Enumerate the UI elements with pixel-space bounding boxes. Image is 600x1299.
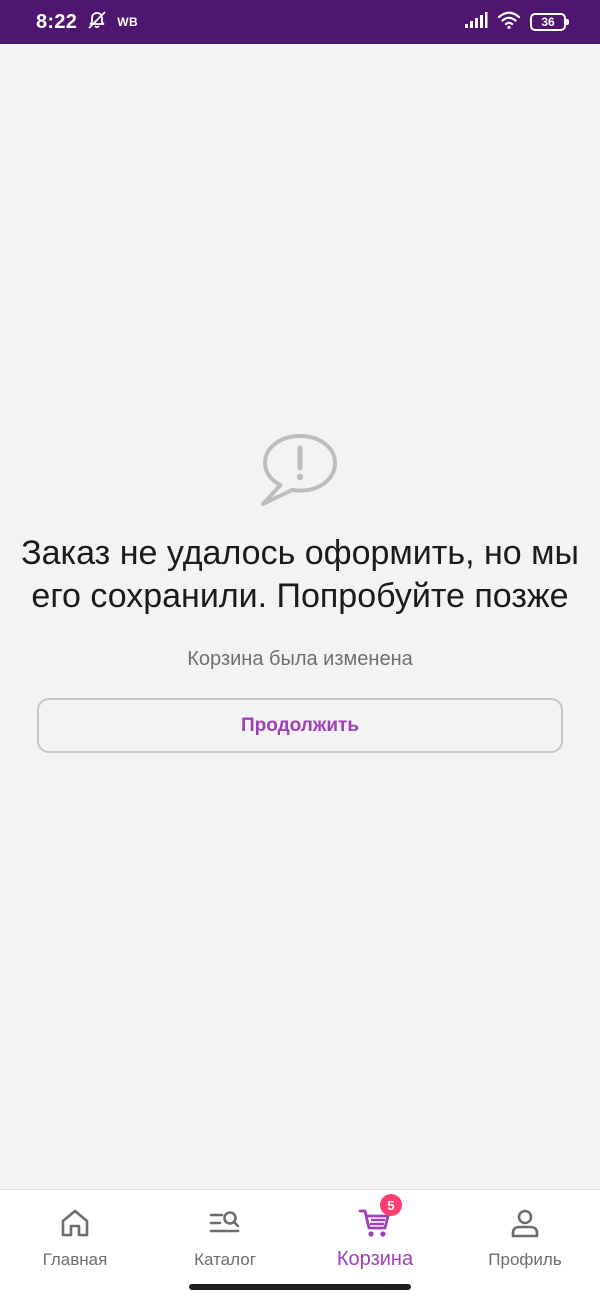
screen: 8:22 WB 36 Заказ не удалось оформить, но… bbox=[0, 0, 600, 1299]
nav-item-home[interactable]: Главная bbox=[0, 1190, 150, 1299]
mute-icon bbox=[87, 10, 107, 35]
bottom-nav: Главная Каталог 5 Корзина Профиль bbox=[0, 1189, 600, 1299]
nav-label-catalog: Каталог bbox=[194, 1250, 256, 1269]
status-time: 8:22 bbox=[36, 10, 78, 33]
wifi-icon bbox=[497, 10, 521, 35]
home-icon bbox=[58, 1206, 92, 1240]
profile-icon bbox=[508, 1206, 542, 1240]
error-title: Заказ не удалось оформить, но мы его сох… bbox=[21, 534, 579, 615]
signal-icon bbox=[464, 11, 488, 34]
nav-label-profile: Профиль bbox=[488, 1250, 562, 1269]
status-bar: 8:22 WB 36 bbox=[0, 0, 600, 44]
battery-level: 36 bbox=[541, 15, 555, 29]
nav-item-profile[interactable]: Профиль bbox=[450, 1190, 600, 1299]
nav-label-home: Главная bbox=[42, 1250, 108, 1269]
status-left: 8:22 WB bbox=[36, 10, 138, 35]
cart-badge: 5 bbox=[380, 1194, 402, 1216]
carrier-label: WB bbox=[117, 15, 139, 29]
continue-button[interactable]: Продолжить bbox=[37, 698, 563, 753]
cart-icon: 5 bbox=[358, 1194, 402, 1240]
alert-speech-bubble-icon bbox=[261, 434, 337, 506]
battery-icon: 36 bbox=[530, 13, 569, 31]
error-block: Заказ не удалось оформить, но мы его сох… bbox=[0, 432, 600, 753]
home-indicator[interactable] bbox=[189, 1284, 411, 1290]
nav-item-catalog[interactable]: Каталог bbox=[150, 1190, 300, 1299]
nav-label-cart: Корзина bbox=[336, 1248, 414, 1270]
catalog-search-icon bbox=[208, 1206, 242, 1240]
status-right: 36 bbox=[464, 10, 569, 35]
error-subtitle: Корзина была изменена bbox=[187, 648, 413, 670]
nav-item-cart[interactable]: 5 Корзина bbox=[300, 1190, 450, 1299]
